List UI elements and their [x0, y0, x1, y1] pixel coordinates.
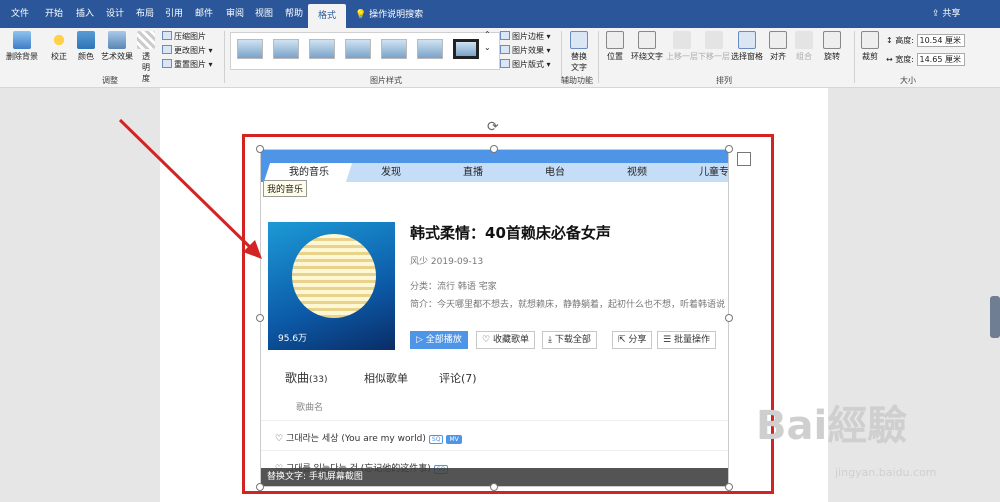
- vertical-scrollbar[interactable]: [990, 296, 1000, 338]
- watermark-url: jingyan.baidu.com: [835, 466, 937, 479]
- watermark-logo: Bai經驗: [756, 403, 908, 449]
